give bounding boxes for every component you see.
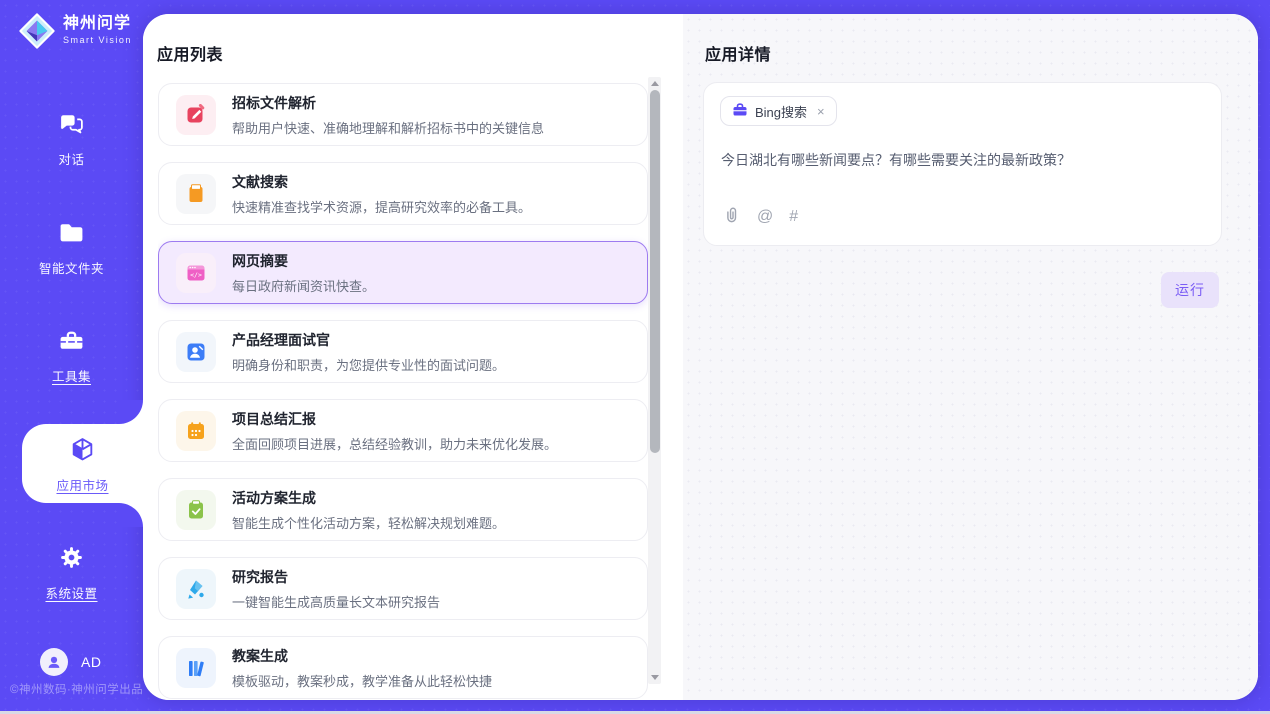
app-desc: 帮助用户快速、准确地理解和解析招标书中的关键信息 — [232, 118, 544, 137]
app-title: 网页摘要 — [232, 251, 375, 271]
brand-name: 神州问学 — [63, 16, 132, 33]
scrollbar[interactable] — [648, 77, 661, 684]
app-window: 神州问学 Smart Vision 对话 智能文件夹 工具集 应用市场 系统设置… — [0, 0, 1270, 714]
app-title: 研究报告 — [232, 567, 440, 587]
user-initials: AD — [81, 654, 101, 670]
clipboard-check-icon — [176, 490, 216, 530]
app-card[interactable]: 教案生成 模板驱动，教案秒成，教学准备从此轻松快捷 — [158, 636, 648, 699]
app-title: 产品经理面试官 — [232, 330, 505, 350]
run-button[interactable]: 运行 — [1161, 272, 1219, 308]
app-title: 教案生成 — [232, 646, 492, 666]
app-card[interactable]: 项目总结汇报 全面回顾项目进展，总结经验教训，助力未来优化发展。 — [158, 399, 648, 462]
prompt-input-card[interactable]: Bing搜索 × 今日湖北有哪些新闻要点？有哪些需要关注的最新政策？ @ # — [703, 82, 1222, 246]
mention-icon[interactable]: @ — [757, 209, 773, 225]
app-desc: 全面回顾项目进展，总结经验教训，助力未来优化发展。 — [232, 434, 557, 453]
app-desc: 模板驱动，教案秒成，教学准备从此轻松快捷 — [232, 671, 492, 690]
toolbox-icon — [58, 327, 85, 354]
sidebar-item-settings[interactable]: 系统设置 — [0, 544, 143, 602]
chat-icon — [58, 110, 85, 137]
app-list-panel: 应用列表 招标文件解析 帮助用户快速、准确地理解和解析招标书中的关键信息 文献搜… — [143, 14, 683, 700]
app-list-title: 应用列表 — [157, 41, 223, 65]
hashtag-icon[interactable]: # — [789, 209, 798, 225]
app-card[interactable]: 产品经理面试官 明确身份和职责，为您提供专业性的面试问题。 — [158, 320, 648, 383]
input-toolbar: @ # — [722, 205, 798, 229]
sidebar-item-folders[interactable]: 智能文件夹 — [0, 219, 143, 277]
webpage-icon: </> — [176, 253, 216, 293]
sidebar-item-chat[interactable]: 对话 — [0, 110, 143, 168]
app-title: 项目总结汇报 — [232, 409, 557, 429]
scrollbar-thumb[interactable] — [650, 90, 660, 453]
sidebar-item-label: 工具集 — [0, 366, 143, 385]
ink-pen-icon — [176, 569, 216, 609]
app-title: 活动方案生成 — [232, 488, 505, 508]
tool-chip-label: Bing搜索 — [755, 102, 807, 121]
book-icon — [176, 174, 216, 214]
app-detail-panel: 应用详情 Bing搜索 × 今日湖北有哪些新闻要点？有哪些需要关注的最新政策？ … — [683, 14, 1258, 700]
sidebar-item-tools[interactable]: 工具集 — [0, 327, 143, 385]
person-icon — [45, 653, 63, 671]
sidebar-item-label: 对话 — [0, 149, 143, 168]
content-area: 应用列表 招标文件解析 帮助用户快速、准确地理解和解析招标书中的关键信息 文献搜… — [143, 14, 1258, 700]
interviewer-icon — [176, 332, 216, 372]
sidebar-item-label: 系统设置 — [0, 583, 143, 602]
avatar — [40, 648, 68, 676]
app-title: 文献搜索 — [232, 172, 531, 192]
app-card[interactable]: 招标文件解析 帮助用户快速、准确地理解和解析招标书中的关键信息 — [158, 83, 648, 146]
brand-tagline: Smart Vision — [63, 36, 132, 45]
chip-close-icon[interactable]: × — [817, 104, 825, 119]
app-desc: 明确身份和职责，为您提供专业性的面试问题。 — [232, 355, 505, 374]
attachment-icon[interactable] — [722, 205, 741, 229]
tool-chip-bing[interactable]: Bing搜索 × — [720, 96, 837, 126]
app-card[interactable]: 文献搜索 快速精准查找学术资源，提高研究效率的必备工具。 — [158, 162, 648, 225]
sidebar-item-label: 智能文件夹 — [0, 258, 143, 277]
brand-logo: 神州问学 Smart Vision — [18, 12, 132, 50]
app-desc: 快速精准查找学术资源，提高研究效率的必备工具。 — [232, 197, 531, 216]
folder-icon — [58, 219, 85, 246]
bubble-fillet-top — [119, 400, 143, 424]
svg-text:</>: </> — [190, 271, 202, 279]
sidebar-item-label: 应用市场 — [22, 475, 143, 494]
app-cards-list: 招标文件解析 帮助用户快速、准确地理解和解析招标书中的关键信息 文献搜索 快速精… — [158, 83, 648, 700]
app-title: 招标文件解析 — [232, 93, 544, 113]
user-account[interactable]: AD — [40, 648, 101, 676]
prompt-text[interactable]: 今日湖北有哪些新闻要点？有哪些需要关注的最新政策？ — [721, 150, 1205, 170]
copyright-text: ©神州数码·神州问学出品 — [10, 681, 143, 697]
app-desc: 智能生成个性化活动方案，轻松解决规划难题。 — [232, 513, 505, 532]
briefcase-icon — [732, 102, 748, 121]
books-icon — [176, 648, 216, 688]
bubble-fillet-bottom — [119, 503, 143, 527]
calendar-icon — [176, 411, 216, 451]
app-card[interactable]: 活动方案生成 智能生成个性化活动方案，轻松解决规划难题。 — [158, 478, 648, 541]
app-card[interactable]: </> 网页摘要 每日政府新闻资讯快查。 — [158, 241, 648, 304]
cube-icon — [69, 436, 96, 463]
diamond-logo-icon — [18, 12, 56, 50]
app-desc: 一键智能生成高质量长文本研究报告 — [232, 592, 440, 611]
app-desc: 每日政府新闻资讯快查。 — [232, 276, 375, 295]
sidebar-item-market[interactable]: 应用市场 — [22, 436, 143, 494]
app-card[interactable]: 研究报告 一键智能生成高质量长文本研究报告 — [158, 557, 648, 620]
edit-document-icon — [176, 95, 216, 135]
app-detail-title: 应用详情 — [705, 41, 771, 65]
gear-icon — [58, 544, 85, 571]
